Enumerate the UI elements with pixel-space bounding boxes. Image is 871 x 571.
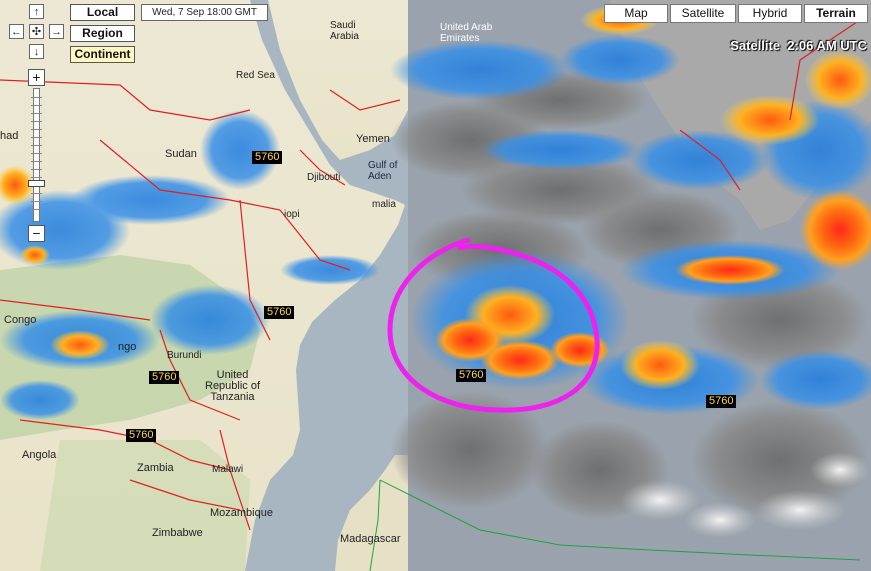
- zoom-slider-thumb[interactable]: [28, 180, 45, 187]
- timestamp-display: Wed, 7 Sep 18:00 GMT: [141, 4, 268, 21]
- label-ethiopia: iopi: [284, 209, 300, 220]
- label-gulf-of-aden: Gulf of Aden: [368, 160, 398, 182]
- pan-down-button[interactable]: ↓: [29, 44, 44, 59]
- contour-label: 5760: [706, 395, 737, 408]
- label-chad: had: [0, 130, 19, 142]
- zoom-in-button[interactable]: +: [28, 69, 45, 86]
- contour-label: 5760: [456, 369, 487, 382]
- map-type-map-button[interactable]: Map: [604, 4, 668, 23]
- label-zambia: Zambia: [137, 462, 174, 474]
- weather-map[interactable]: [0, 0, 871, 571]
- label-congo-2: ngo: [118, 341, 137, 353]
- contour-label: 5760: [252, 151, 283, 164]
- contour-label: 5760: [126, 429, 157, 442]
- label-sudan: Sudan: [165, 148, 197, 160]
- satellite-time-label: Satellite 2:06 AM UTC: [730, 38, 867, 53]
- continent-button[interactable]: Continent: [70, 46, 135, 63]
- label-malawi: Malawi: [212, 464, 244, 475]
- pan-right-button[interactable]: →: [49, 24, 64, 39]
- map-type-terrain-button[interactable]: Terrain: [804, 4, 868, 23]
- label-angola: Angola: [22, 449, 57, 461]
- map-type-hybrid-button[interactable]: Hybrid: [738, 4, 802, 23]
- label-uae: United Arab Emirates: [440, 22, 493, 44]
- label-red-sea: Red Sea: [236, 70, 275, 81]
- label-congo: Congo: [4, 314, 37, 326]
- zoom-slider-track[interactable]: [31, 88, 42, 222]
- map-type-satellite-button[interactable]: Satellite: [670, 4, 736, 23]
- contour-label: 5760: [264, 306, 295, 319]
- zoom-out-button[interactable]: −: [28, 225, 45, 242]
- label-djibouti: Djibouti: [307, 172, 341, 183]
- label-tanzania: United Republic of Tanzania: [205, 369, 261, 403]
- label-mozambique: Mozambique: [210, 507, 273, 519]
- region-button[interactable]: Region: [70, 25, 135, 42]
- local-button[interactable]: Local: [70, 4, 135, 21]
- label-somalia: malia: [372, 199, 396, 210]
- pan-center-button[interactable]: ✣: [29, 24, 44, 39]
- contour-label: 5760: [149, 371, 180, 384]
- pan-up-button[interactable]: ↑: [29, 4, 44, 19]
- label-madagascar: Madagascar: [340, 533, 401, 545]
- label-zimbabwe: Zimbabwe: [152, 527, 203, 539]
- label-burundi: Burundi: [167, 350, 202, 361]
- pan-left-button[interactable]: ←: [9, 24, 24, 39]
- label-yemen: Yemen: [356, 133, 390, 145]
- label-saudi-arabia: Saudi Arabia: [330, 20, 359, 42]
